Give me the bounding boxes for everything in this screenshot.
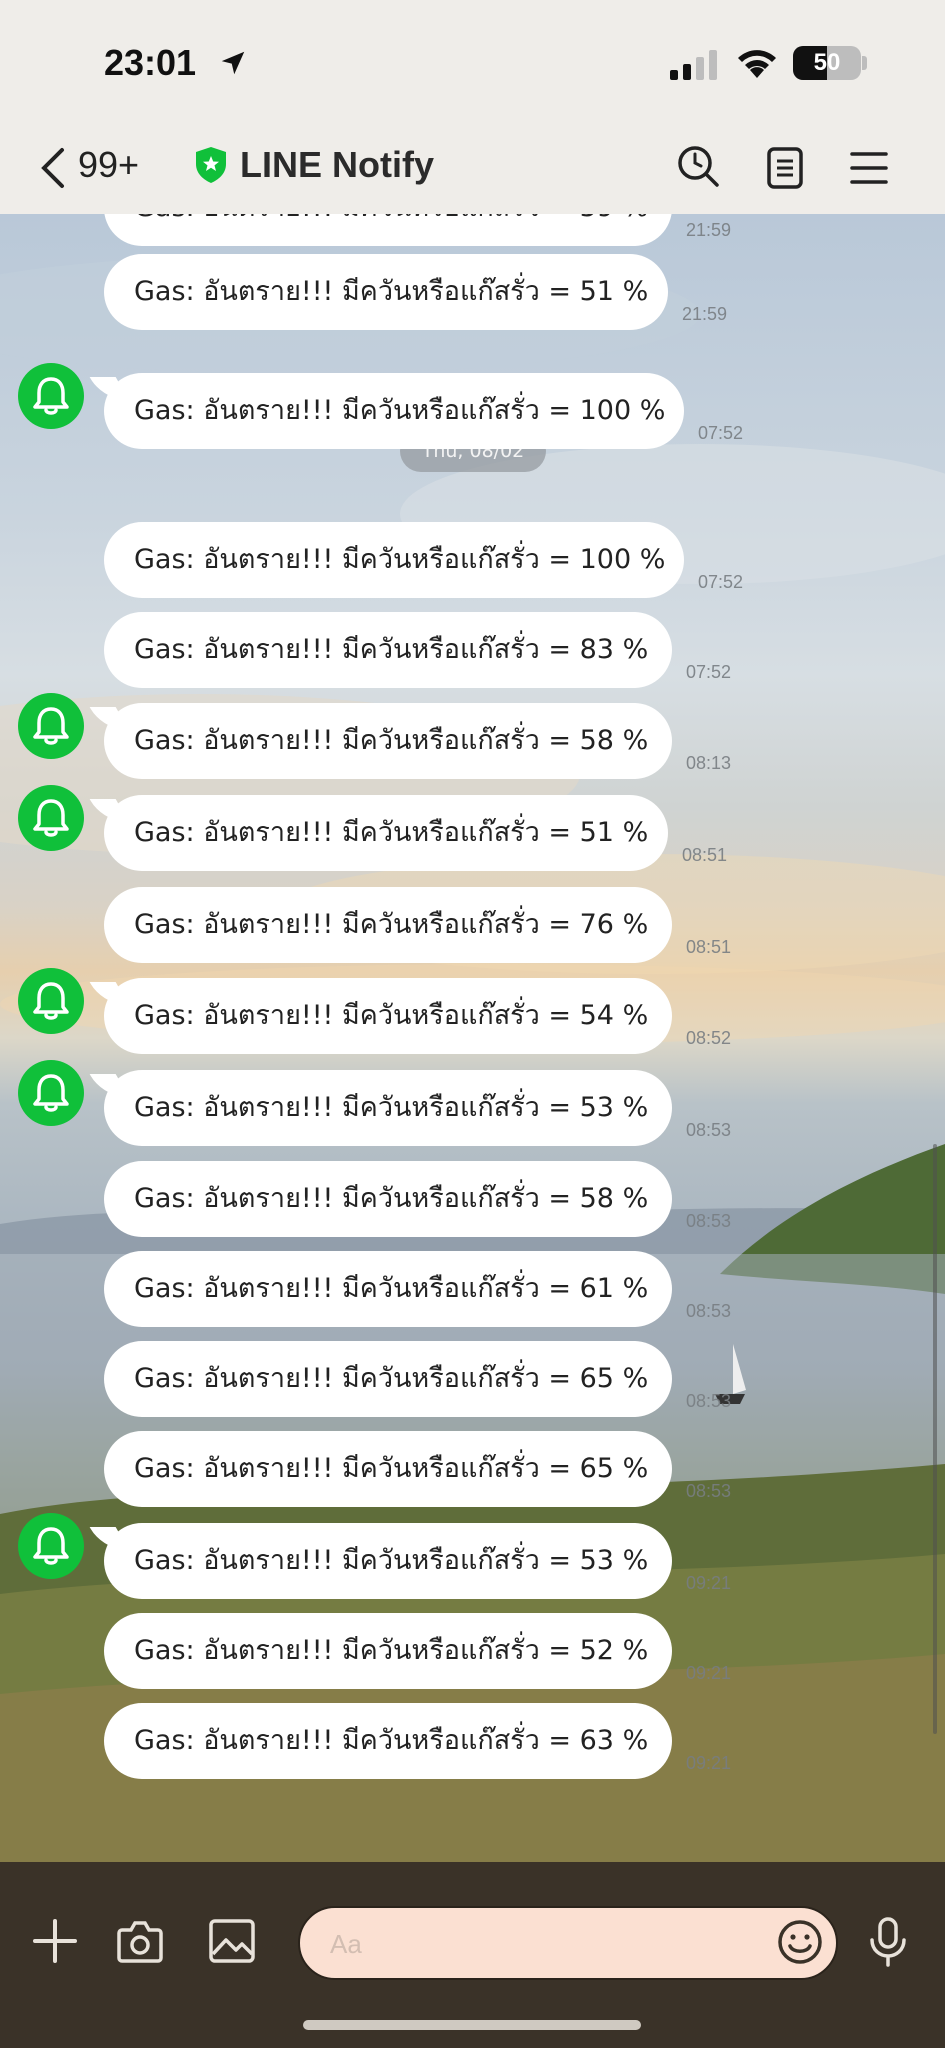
menu-icon[interactable] <box>850 150 888 186</box>
message-input-field[interactable] <box>298 1906 838 1980</box>
message-time: 07:52 <box>698 572 744 592</box>
message-bubble[interactable]: Gas: อันตราย!!! มีควันหรือแก๊สรั่ว = 61 … <box>104 1251 672 1327</box>
bell-icon <box>33 799 69 837</box>
avatar[interactable] <box>18 363 84 429</box>
image-icon[interactable] <box>208 1918 256 1964</box>
message-time: 08:51 <box>682 845 728 865</box>
message-row: Gas: อันตราย!!! มีควันหรือแก๊สรั่ว = 65 … <box>0 1431 945 1507</box>
shield-icon <box>196 147 226 183</box>
message-row: Gas: อันตราย!!! มีควันหรือแก๊สรั่ว = 54 … <box>0 968 945 1054</box>
scrollbar[interactable] <box>933 1144 937 1734</box>
microphone-icon[interactable] <box>866 1916 910 1968</box>
message-row: Gas: อันตราย!!! มีควันหรือแก๊สรั่ว = 51 … <box>0 254 945 330</box>
battery-icon: 50 <box>793 46 861 80</box>
avatar[interactable] <box>18 1513 84 1579</box>
wifi-icon <box>738 50 776 78</box>
plus-icon[interactable] <box>32 1918 78 1964</box>
message-bubble[interactable]: Gas: อันตราย!!! มีควันหรือแก๊สรั่ว = 51 … <box>104 795 668 871</box>
message-time: 08:53 <box>686 1211 732 1231</box>
chat-title: LINE Notify <box>240 144 434 185</box>
message-bubble[interactable]: Gas: อันตราย!!! มีควันหรือแก๊สรั่ว = 58 … <box>104 1161 672 1237</box>
message-row: Gas: อันตราย!!! มีควันหรือแก๊สรั่ว = 65 … <box>0 1341 945 1417</box>
message-input[interactable] <box>330 1926 750 1962</box>
status-time: 23:01 <box>104 42 197 83</box>
home-indicator <box>303 2020 641 2030</box>
message-row: Gas: อันตราย!!! มีควันหรือแก๊สรั่ว = 58 … <box>0 693 945 779</box>
signal-icon <box>670 50 717 80</box>
status-bar: 23:01 50 <box>0 0 945 130</box>
message-bubble[interactable]: Gas: อันตราย!!! มีควันหรือแก๊สรั่ว = 76 … <box>104 887 672 963</box>
message-row: Gas: อันตราย!!! มีควันหรือแก๊สรั่ว = 52 … <box>0 1613 945 1689</box>
message-row: Gas: อันตราย!!! มีควันหรือแก๊สรั่ว = 83 … <box>0 612 945 688</box>
search-icon[interactable] <box>676 144 720 188</box>
message-time: 09:21 <box>686 1663 732 1683</box>
chat-area[interactable]: Thu, 08/02 Gas: อันตราย!!! มีควันหรือแก๊… <box>0 214 945 1862</box>
message-row: Gas: อันตราย!!! มีควันหรือแก๊สรั่ว = 58 … <box>0 1161 945 1237</box>
message-row: Gas: อันตราย!!! มีควันหรือแก๊สรั่ว = 53 … <box>0 1513 945 1599</box>
bell-icon <box>33 707 69 745</box>
message-bubble[interactable]: Gas: อันตราย!!! มีควันหรือแก๊สรั่ว = 65 … <box>104 1341 672 1417</box>
message-bubble[interactable]: Gas: อันตราย!!! มีควันหรือแก๊สรั่ว = 63 … <box>104 1703 672 1779</box>
message-bubble[interactable]: Gas: อันตราย!!! มีควันหรือแก๊สรั่ว = 53 … <box>104 1070 672 1146</box>
avatar[interactable] <box>18 968 84 1034</box>
bell-icon <box>33 377 69 415</box>
message-row: Gas: อันตราย!!! มีควันหรือแก๊สรั่ว = 100… <box>0 522 945 598</box>
message-time: 21:59 <box>686 220 732 240</box>
avatar[interactable] <box>18 693 84 759</box>
input-bar <box>0 1862 945 2048</box>
avatar[interactable] <box>18 1060 84 1126</box>
unread-count[interactable]: 99+ <box>78 144 139 186</box>
message-time: 07:52 <box>686 662 732 682</box>
message-bubble[interactable]: Gas: อันตราย!!! มีควันหรือแก๊สรั่ว = 100… <box>104 522 684 598</box>
message-time: 21:59 <box>682 304 728 324</box>
message-row: Gas: อันตราย!!! มีควันหรือแก๊สรั่ว = 59 … <box>0 214 945 246</box>
message-time: 09:21 <box>686 1573 732 1593</box>
message-bubble[interactable]: Gas: อันตราย!!! มีควันหรือแก๊สรั่ว = 65 … <box>104 1431 672 1507</box>
message-time: 08:53 <box>686 1481 732 1501</box>
message-bubble[interactable]: Gas: อันตราย!!! มีควันหรือแก๊สรั่ว = 51 … <box>104 254 668 330</box>
message-time: 09:21 <box>686 1753 732 1773</box>
message-row: Gas: อันตราย!!! มีควันหรือแก๊สรั่ว = 61 … <box>0 1251 945 1327</box>
message-time: 08:53 <box>686 1301 732 1321</box>
message-time: 08:51 <box>686 937 732 957</box>
chat-header: 99+ LINE Notify <box>0 130 945 214</box>
location-arrow-icon <box>221 51 245 75</box>
message-bubble[interactable]: Gas: อันตราย!!! มีควันหรือแก๊สรั่ว = 100… <box>104 373 684 449</box>
bell-icon <box>33 1074 69 1112</box>
message-bubble[interactable]: Gas: อันตราย!!! มีควันหรือแก๊สรั่ว = 59 … <box>104 214 672 246</box>
message-time: 08:53 <box>686 1391 732 1411</box>
bell-icon <box>33 982 69 1020</box>
back-chevron-icon[interactable] <box>38 146 68 190</box>
message-row: Gas: อันตราย!!! มีควันหรือแก๊สรั่ว = 63 … <box>0 1703 945 1779</box>
message-bubble[interactable]: Gas: อันตราย!!! มีควันหรือแก๊สรั่ว = 53 … <box>104 1523 672 1599</box>
message-row: Gas: อันตราย!!! มีควันหรือแก๊สรั่ว = 76 … <box>0 887 945 963</box>
message-bubble[interactable]: Gas: อันตราย!!! มีควันหรือแก๊สรั่ว = 83 … <box>104 612 672 688</box>
message-row: Gas: อันตราย!!! มีควันหรือแก๊สรั่ว = 53 … <box>0 1060 945 1146</box>
camera-icon[interactable] <box>116 1918 164 1964</box>
message-bubble[interactable]: Gas: อันตราย!!! มีควันหรือแก๊สรั่ว = 54 … <box>104 978 672 1054</box>
message-bubble[interactable]: Gas: อันตราย!!! มีควันหรือแก๊สรั่ว = 52 … <box>104 1613 672 1689</box>
message-row: Gas: อันตราย!!! มีควันหรือแก๊สรั่ว = 51 … <box>0 785 945 871</box>
battery-level: 50 <box>813 49 841 76</box>
notes-icon[interactable] <box>766 146 804 190</box>
message-time: 08:53 <box>686 1120 732 1140</box>
bell-icon <box>33 1527 69 1565</box>
emoji-icon[interactable] <box>776 1918 824 1966</box>
avatar[interactable] <box>18 785 84 851</box>
message-time: 08:52 <box>686 1028 732 1048</box>
message-row: Gas: อันตราย!!! มีควันหรือแก๊สรั่ว = 100… <box>0 363 945 449</box>
message-bubble[interactable]: Gas: อันตราย!!! มีควันหรือแก๊สรั่ว = 58 … <box>104 703 672 779</box>
message-time: 07:52 <box>698 423 744 443</box>
message-time: 08:13 <box>686 753 732 773</box>
